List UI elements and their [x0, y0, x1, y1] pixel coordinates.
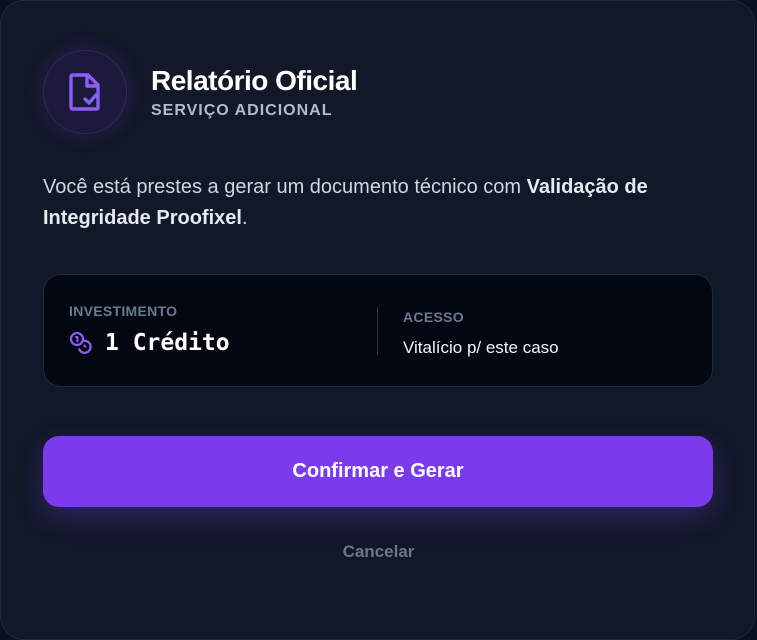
credit-row: 1 Crédito [69, 330, 230, 356]
dialog-header: Relatório Oficial SERVIÇO ADICIONAL [43, 50, 358, 134]
header-titles: Relatório Oficial SERVIÇO ADICIONAL [151, 64, 358, 121]
description-end: . [241, 207, 248, 229]
investment-section: INVESTIMENTO 1 Crédito [69, 302, 230, 356]
investment-value: 1 Crédito [105, 330, 230, 356]
access-section: ACESSO Vitalício p/ este caso [403, 308, 559, 359]
report-dialog: Relatório Oficial SERVIÇO ADICIONAL Você… [0, 0, 755, 640]
confirm-generate-button[interactable]: Confirmar e Gerar [43, 436, 713, 507]
dialog-subtitle: SERVIÇO ADICIONAL [151, 101, 333, 119]
access-value: Vitalício p/ este caso [403, 338, 559, 357]
access-label: ACESSO [403, 309, 464, 325]
coins-icon [69, 331, 92, 354]
investment-label: INVESTIMENTO [69, 303, 178, 319]
dialog-title: Relatório Oficial [151, 64, 358, 96]
dialog-description: Você está prestes a gerar um documento t… [43, 172, 713, 234]
description-text: Você está prestes a gerar um documento t… [43, 176, 527, 198]
panel-divider [377, 307, 378, 355]
icon-badge [43, 50, 127, 134]
file-check-icon [69, 73, 100, 111]
cost-info-panel: INVESTIMENTO 1 Crédito ACESSO Vitalício … [43, 274, 713, 387]
cancel-button[interactable]: Cancelar [1, 540, 756, 564]
